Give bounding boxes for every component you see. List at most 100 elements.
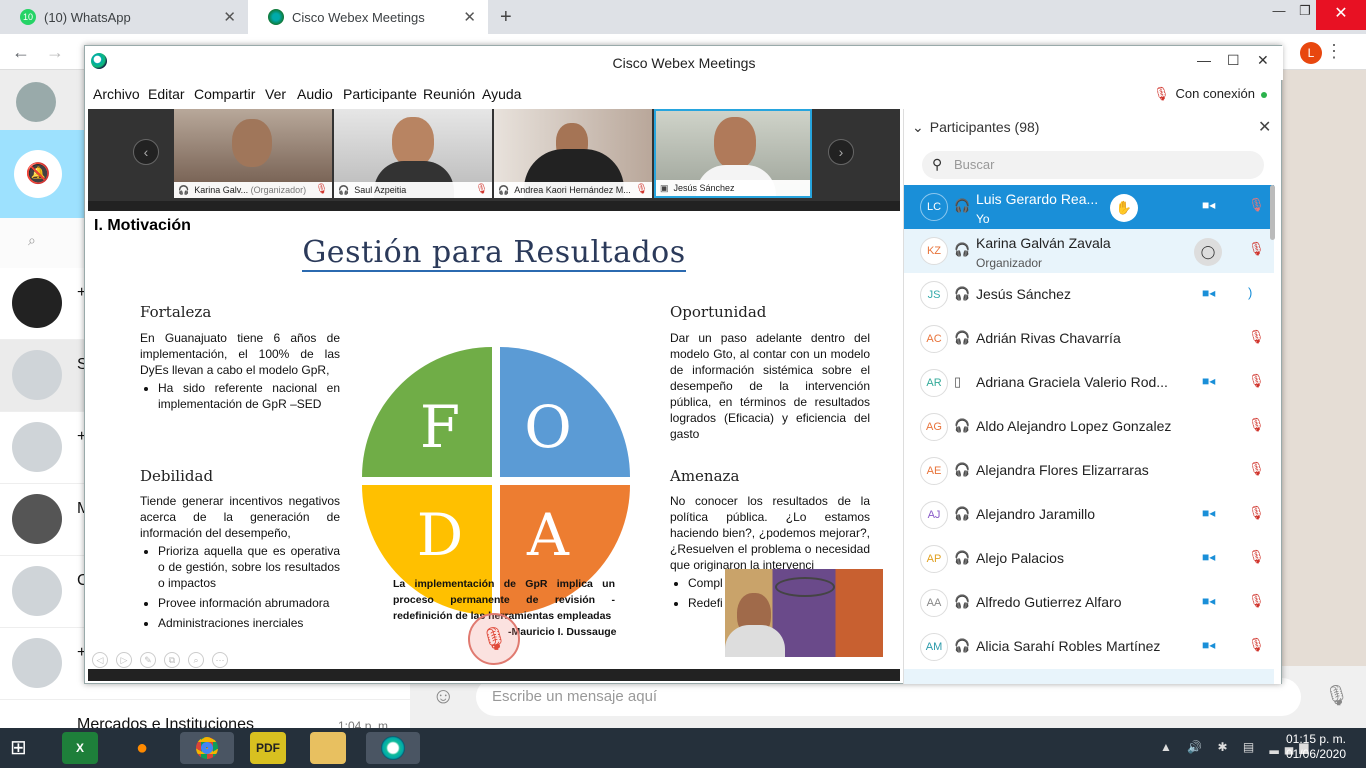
forward-arrow-icon[interactable]: → <box>46 42 64 63</box>
slide-prev-icon[interactable]: ◁ <box>92 652 108 668</box>
muted-mic-icon: 🎙 <box>475 184 488 195</box>
participant-row[interactable]: AE 🎧 Alejandra Flores Elizarraras 🎙 <box>904 449 1274 493</box>
webex-app-icon[interactable] <box>366 732 420 764</box>
muted-mic-icon[interactable]: 🎙 <box>1248 329 1265 345</box>
tab-webex[interactable]: Cisco Webex Meetings ✕ <box>248 0 488 34</box>
menu-archivo[interactable]: Archivo <box>93 86 140 102</box>
raised-hand-icon[interactable]: ✋ <box>1110 194 1138 222</box>
participant-row[interactable]: LC 🎧 Luis Gerardo Rea... Yo ✋ ■◂ 🎙 <box>904 185 1274 229</box>
clock[interactable]: 01:15 p. m. 01/06/2020 <box>1276 732 1356 762</box>
debilidad-bullet: Prioriza aquella que es operativa o de g… <box>158 543 340 591</box>
avatar: AC <box>920 325 948 353</box>
slide-next-icon[interactable]: ▷ <box>116 652 132 668</box>
muted-mic-icon[interactable]: 🎙 <box>468 613 520 665</box>
video-tile[interactable]: 🎧 Saul Azpeitia 🎙 <box>334 109 492 198</box>
spreadsheet-app-icon[interactable]: X <box>62 732 98 764</box>
menu-ayuda[interactable]: Ayuda <box>482 86 521 102</box>
oportunidad-text: Dar un paso adelante dentro del modelo G… <box>670 331 870 441</box>
headset-icon: 🎧 <box>954 286 971 301</box>
chevron-right-icon[interactable]: › <box>828 139 854 165</box>
participant-name: Alejandra Flores Elizarraras <box>976 462 1149 478</box>
avatar: AA <box>920 589 948 617</box>
close-tab-icon[interactable]: ✕ <box>463 8 476 26</box>
participant-row[interactable]: AM 🎧 Alicia Sarahí Robles Martínez ■◂ 🎙 <box>904 625 1274 669</box>
maximize-icon[interactable]: ☐ <box>1227 52 1240 69</box>
video-camera-icon[interactable]: ■◂ <box>1202 550 1215 564</box>
participant-search-input[interactable]: ⚲ Buscar <box>922 151 1264 179</box>
participant-row[interactable]: AA 🎧 Alfredo Gutierrez Alfaro ■◂ 🎙 <box>904 581 1274 625</box>
more-icon[interactable]: ⋯ <box>212 652 228 668</box>
video-tile[interactable]: 🎧 Andrea Kaori Hernández M... 🎙 <box>494 109 652 198</box>
muted-mic-icon[interactable]: 🎙 <box>1248 549 1265 565</box>
participant-row[interactable]: AP 🎧 Alejo Palacios ■◂ 🎙 <box>904 537 1274 581</box>
avatar: KZ <box>920 237 948 265</box>
participant-row[interactable]: KZ 🎧 Karina Galván Zavala Organizador ◯ … <box>904 229 1274 273</box>
video-camera-icon[interactable]: ■◂ <box>1202 198 1215 212</box>
avatar[interactable] <box>16 82 56 122</box>
video-camera-icon[interactable]: ■◂ <box>1202 286 1215 300</box>
clock-time: 01:15 p. m. <box>1285 732 1347 746</box>
menu-ver[interactable]: Ver <box>265 86 286 102</box>
self-view-video[interactable] <box>725 569 883 657</box>
menu-compartir[interactable]: Compartir <box>194 86 255 102</box>
pen-icon[interactable]: ✎ <box>140 652 156 668</box>
foda-letter-a: A <box>526 501 570 569</box>
chevron-left-icon[interactable]: ‹ <box>133 139 159 165</box>
participants-scrollbar[interactable] <box>1270 185 1275 240</box>
muted-mic-icon[interactable]: 🎙 <box>1248 373 1265 389</box>
muted-mic-icon: 🎙 <box>635 184 648 195</box>
video-camera-icon[interactable]: ■◂ <box>1202 506 1215 520</box>
emoji-icon[interactable]: ☺ <box>432 683 454 709</box>
zoom-icon[interactable]: ⌕ <box>188 652 204 668</box>
back-arrow-icon[interactable]: ← <box>12 42 30 63</box>
debilidad-text: Tiende generar incentivos negativos acer… <box>140 494 340 540</box>
close-icon[interactable]: ✕ <box>1258 117 1271 137</box>
windows-start-icon[interactable]: ⊞ <box>10 735 27 760</box>
participant-name: Adriana Graciela Valerio Rod... <box>976 374 1168 390</box>
window-title: Cisco Webex Meetings <box>85 46 1283 80</box>
menu-editar[interactable]: Editar <box>148 86 185 102</box>
menu-audio[interactable]: Audio <box>297 86 333 102</box>
pdf-app-icon[interactable]: PDF <box>250 732 286 764</box>
muted-mic-icon[interactable]: 🎙 <box>1248 505 1265 521</box>
video-tile-active-speaker[interactable]: ▣ Jesús Sánchez <box>654 109 812 198</box>
close-window-icon[interactable]: ✕ <box>1316 0 1366 30</box>
participant-row[interactable]: AC 🎧 Adrián Rivas Chavarría 🎙 <box>904 317 1274 361</box>
video-camera-icon[interactable]: ■◂ <box>1202 374 1215 388</box>
video-camera-icon[interactable]: ■◂ <box>1202 594 1215 608</box>
more-menu-icon[interactable]: ⋮ <box>1325 41 1343 62</box>
tab-whatsapp[interactable]: 10 (10) WhatsApp ✕ <box>0 0 248 34</box>
firefox-icon[interactable]: ● <box>124 732 160 764</box>
muted-mic-icon[interactable]: 🎙 <box>1248 461 1265 477</box>
video-name: Karina Galv... <box>194 185 249 195</box>
muted-mic-icon[interactable]: 🎙 <box>1248 417 1265 433</box>
minimize-icon[interactable]: — <box>1197 52 1211 68</box>
participant-row[interactable]: AR ▯ Adriana Graciela Valerio Rod... ■◂ … <box>904 361 1274 405</box>
new-tab-button[interactable]: + <box>500 6 512 29</box>
menu-reunion[interactable]: Reunión <box>423 86 475 102</box>
muted-mic-icon[interactable]: 🎙 <box>1248 197 1265 213</box>
file-explorer-icon[interactable] <box>310 732 346 764</box>
participants-title[interactable]: ⌄ Participantes (98) <box>912 119 1039 136</box>
close-tab-icon[interactable]: ✕ <box>223 8 236 26</box>
video-tile[interactable]: 🎧 Karina Galv... (Organizador) 🎙 <box>174 109 332 198</box>
copy-icon[interactable]: ⧉ <box>164 652 180 668</box>
chevron-down-icon: ⌄ <box>912 119 924 135</box>
microphone-icon[interactable]: 🎙 <box>1324 683 1349 708</box>
participant-row[interactable]: AG 🎧 Aldo Alejandro Lopez Gonzalez 🎙 <box>904 405 1274 449</box>
video-camera-icon[interactable]: ■◂ <box>1202 638 1215 652</box>
menu-participante[interactable]: Participante <box>343 86 417 102</box>
headset-icon: 🎧 <box>498 185 510 195</box>
muted-mic-icon[interactable]: 🎙 <box>1248 593 1265 609</box>
avatar: AJ <box>920 501 948 529</box>
chrome-icon[interactable] <box>180 732 234 764</box>
participant-row[interactable]: JS 🎧 Jesús Sánchez ■◂ ) <box>904 273 1274 317</box>
chat-bubble-icon[interactable]: ◯ <box>1194 238 1222 266</box>
muted-mic-icon[interactable]: 🎙 <box>1248 241 1265 257</box>
avatar: AG <box>920 413 948 441</box>
close-icon[interactable]: ✕ <box>1257 52 1269 69</box>
profile-avatar[interactable]: L <box>1300 42 1322 64</box>
video-caption: ▣ Jesús Sánchez <box>656 180 810 196</box>
muted-mic-icon[interactable]: 🎙 <box>1248 637 1265 653</box>
participant-row[interactable]: AJ 🎧 Alejandro Jaramillo ■◂ 🎙 <box>904 493 1274 537</box>
